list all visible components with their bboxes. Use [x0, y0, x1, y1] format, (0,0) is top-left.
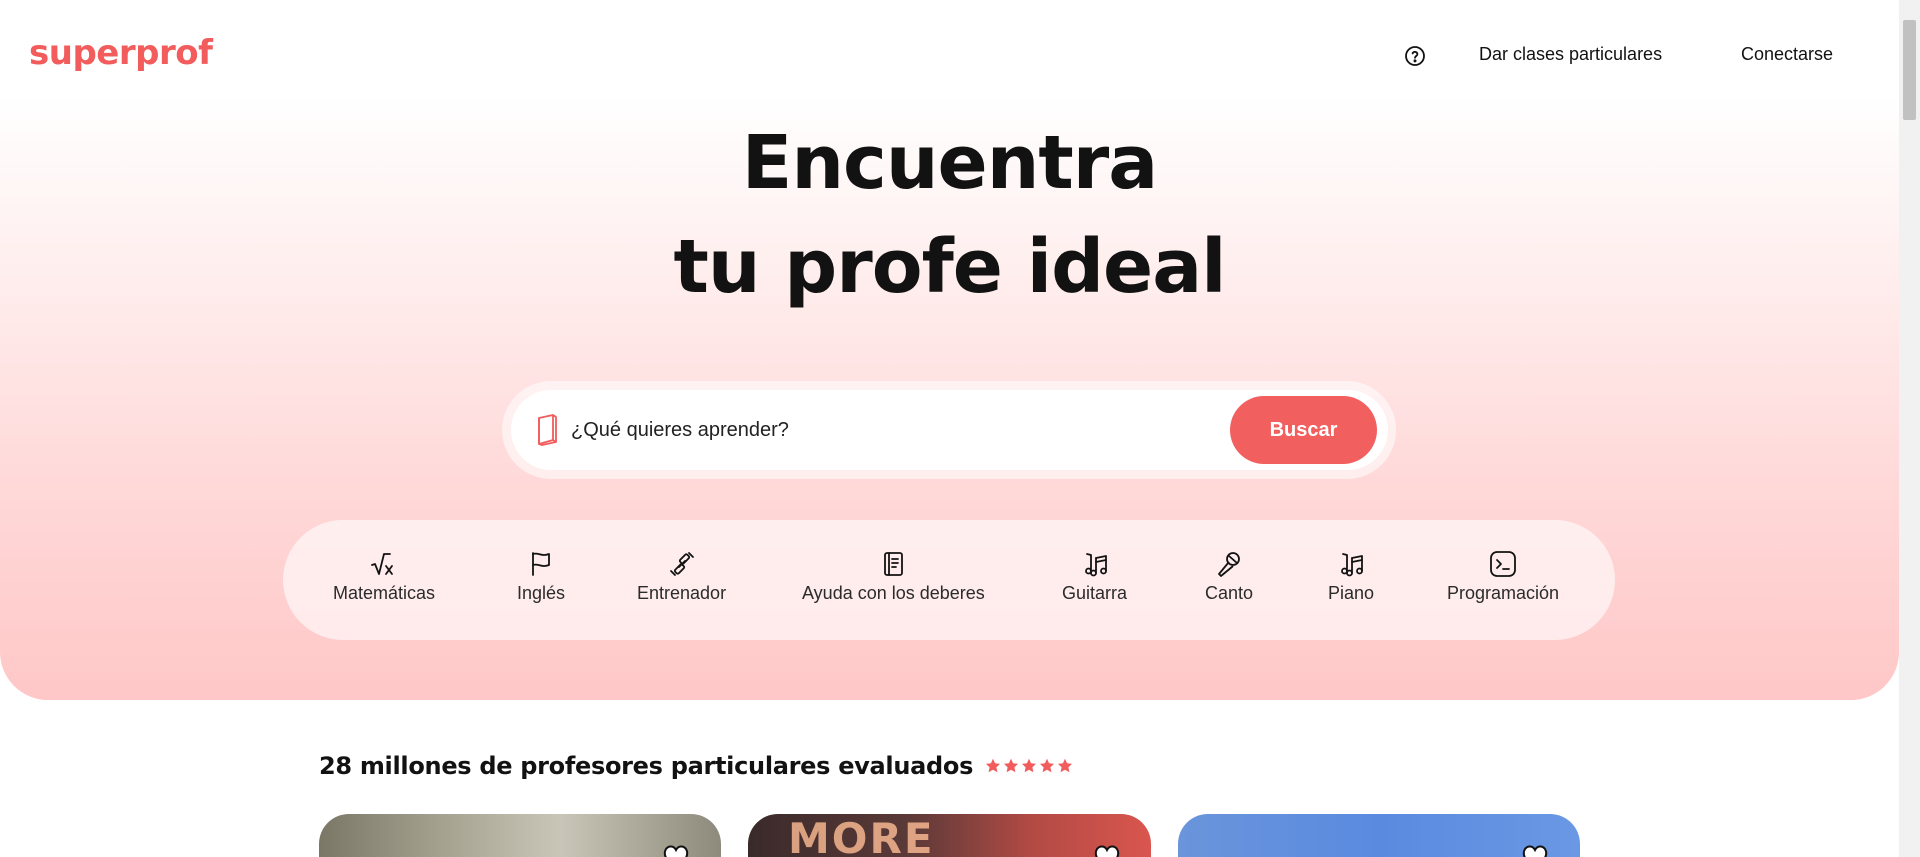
- category-ayuda-deberes[interactable]: Ayuda con los deberes: [802, 550, 985, 610]
- search-button[interactable]: Buscar: [1230, 396, 1377, 464]
- music-notes-icon: [1341, 553, 1363, 577]
- star-icon: [1022, 758, 1037, 773]
- rating-stars: [985, 758, 1073, 774]
- card-photo-text: MORE: [788, 814, 935, 857]
- category-canto[interactable]: Canto: [1205, 550, 1253, 610]
- tutor-card[interactable]: [319, 814, 721, 857]
- category-entrenador[interactable]: Entrenador: [637, 550, 726, 610]
- site-header: superprof Dar clases particulares Conect…: [0, 0, 1899, 110]
- star-icon: [1058, 758, 1073, 773]
- page: superprof Dar clases particulares Conect…: [0, 0, 1899, 857]
- heart-icon[interactable]: [1092, 842, 1122, 857]
- scrollbar-thumb[interactable]: [1903, 20, 1916, 120]
- music-notes-icon: [1084, 553, 1107, 577]
- category-label: Entrenador: [637, 583, 727, 603]
- tutor-card[interactable]: MORE: [748, 814, 1151, 857]
- category-label: Matemáticas: [333, 583, 436, 603]
- category-label: Inglés: [517, 583, 566, 603]
- tutor-stats: 28 millones de profesores particulares e…: [319, 752, 1073, 780]
- category-bar: Matemáticas Inglés Entrenador Ayuda con …: [283, 520, 1615, 640]
- page-scrollbar[interactable]: [1899, 0, 1920, 857]
- heart-icon[interactable]: [661, 842, 691, 857]
- hero-title-line-1: Encuentra: [741, 120, 1158, 206]
- category-guitarra[interactable]: Guitarra: [1062, 550, 1127, 610]
- search-input[interactable]: [571, 410, 1211, 450]
- login-link[interactable]: Conectarse: [1741, 44, 1833, 65]
- tutor-card[interactable]: [1178, 814, 1580, 857]
- dumbbell-icon: [669, 552, 694, 576]
- question-circle-icon[interactable]: [1403, 44, 1427, 68]
- category-matematicas[interactable]: Matemáticas: [333, 550, 435, 610]
- square-root-icon: [371, 553, 393, 575]
- terminal-icon: [1490, 551, 1516, 577]
- teach-classes-link[interactable]: Dar clases particulares: [1479, 44, 1662, 65]
- hero-title-line-2: tu profe ideal: [673, 224, 1226, 310]
- category-ingles[interactable]: Inglés: [517, 550, 565, 610]
- category-label: Guitarra: [1062, 583, 1128, 603]
- microphone-icon: [1218, 552, 1240, 577]
- star-icon: [1004, 758, 1019, 773]
- notebook-icon: [884, 552, 904, 576]
- book-icon: [538, 414, 557, 446]
- star-icon: [1040, 758, 1055, 773]
- heart-icon[interactable]: [1520, 842, 1550, 857]
- flag-icon: [532, 552, 550, 576]
- category-label: Programación: [1447, 583, 1560, 603]
- category-label: Canto: [1205, 583, 1254, 603]
- category-label: Ayuda con los deberes: [802, 583, 985, 603]
- category-label: Piano: [1328, 583, 1375, 603]
- category-programacion[interactable]: Programación: [1447, 550, 1559, 610]
- star-icon: [986, 758, 1001, 773]
- category-piano[interactable]: Piano: [1328, 550, 1374, 610]
- stats-heading: 28 millones de profesores particulares e…: [319, 752, 974, 780]
- superprof-logo[interactable]: superprof: [29, 33, 213, 73]
